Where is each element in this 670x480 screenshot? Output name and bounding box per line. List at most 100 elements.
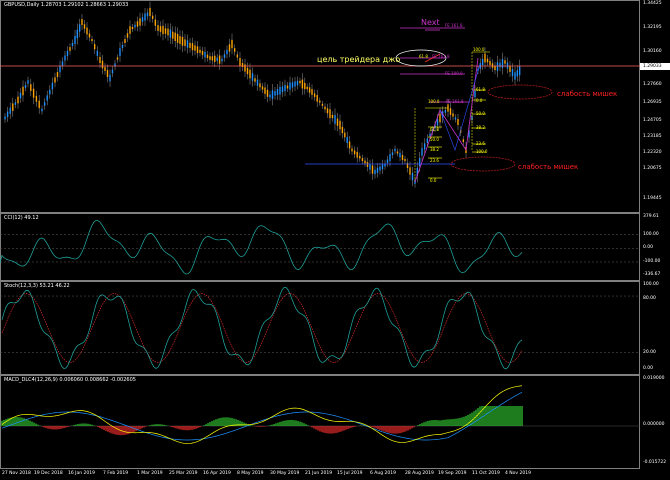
candle [22,86,24,96]
cci-line [0,220,523,275]
macd-bar [37,424,39,426]
macd-bar [307,425,309,426]
macd-bar [259,426,261,427]
macd-bar [123,426,125,436]
macd-bar [257,426,259,427]
candle [41,108,43,112]
candle [116,57,119,60]
macd-bar [423,422,425,426]
macd-bar [151,424,153,426]
candle [233,48,236,52]
candle [359,155,361,159]
macd-bar [63,426,65,429]
macd-bar [171,426,173,428]
macd-bar [369,426,371,427]
candle [184,39,186,46]
candle [251,73,254,81]
macd-bar [87,423,89,426]
chart-canvas [0,1,640,444]
macd-bar [73,425,75,426]
macd-bar [397,426,399,434]
macd-bar [447,419,449,426]
fib-label: 61.8 [430,127,439,132]
macd-bar [321,426,323,433]
candle [56,72,59,77]
candle [264,87,266,94]
candle [462,139,465,142]
candle [74,35,76,45]
macd-bar [441,420,443,426]
macd-bar [239,420,241,426]
macd-bar [43,426,45,428]
macd-bar [403,426,405,433]
macd-bar [143,426,145,428]
date-label: 16 Apr 2019 [203,471,231,476]
stoch-axis-label: 0.00 [643,366,654,371]
macd-bar [217,418,219,426]
fib-label: FE 100.0 [445,71,463,76]
candle [209,56,211,60]
macd-bar [101,426,103,429]
candle [311,89,313,95]
macd-bar [339,426,341,432]
price-axis-label: 1.32195 [643,25,662,30]
candle [241,63,244,67]
candle [139,18,141,26]
macd-bar [77,424,79,426]
candle [326,108,329,114]
candle [421,148,423,156]
candle [344,132,346,138]
fib-label: 50.0 [430,137,439,142]
candle [162,25,164,35]
candle [14,102,17,105]
macd-bar [219,418,221,426]
candle [216,57,218,61]
candle [129,26,131,34]
fib-label: FE 161.8 [445,23,463,28]
macd-bar [417,425,419,426]
trader-goal-label: цель трейдера джо [317,55,401,64]
macd-bar [299,421,301,426]
candle [429,133,431,137]
candle [296,80,299,86]
candle [176,33,179,43]
macd-bar [227,417,229,426]
candle [181,36,184,46]
macd-main-line [1,385,523,444]
candle [78,24,81,32]
macd-bar [67,426,69,427]
candle [81,19,83,25]
macd-bar [375,426,377,429]
macd-bar [295,420,297,426]
candle [174,32,176,42]
macd-bar [185,426,187,431]
macd-bar [479,406,481,426]
macd-bar [55,426,57,430]
candle [276,89,279,95]
candle [331,114,334,119]
candle [49,89,51,95]
candle [409,167,411,175]
candle [146,12,149,17]
macd-bar [409,426,411,430]
macd-bar [481,406,483,426]
macd-bar [45,426,47,429]
macd-bar [327,426,329,434]
candle [494,65,496,71]
macd-bar [281,421,283,426]
macd-bar [437,420,439,426]
date-label: 15 Jul 2019 [337,471,363,476]
macd-bar [91,424,93,426]
macd-bar [7,418,9,426]
candle [106,70,109,77]
weakness-ellipse [487,84,553,100]
candle [246,67,249,75]
candle [206,54,209,58]
macd-bar [181,426,183,430]
candle [361,158,364,162]
candle [379,166,381,171]
price-axis-label: 1.20675 [643,166,662,171]
macd-bar [383,426,385,432]
candle [401,154,404,161]
candle [249,69,251,79]
